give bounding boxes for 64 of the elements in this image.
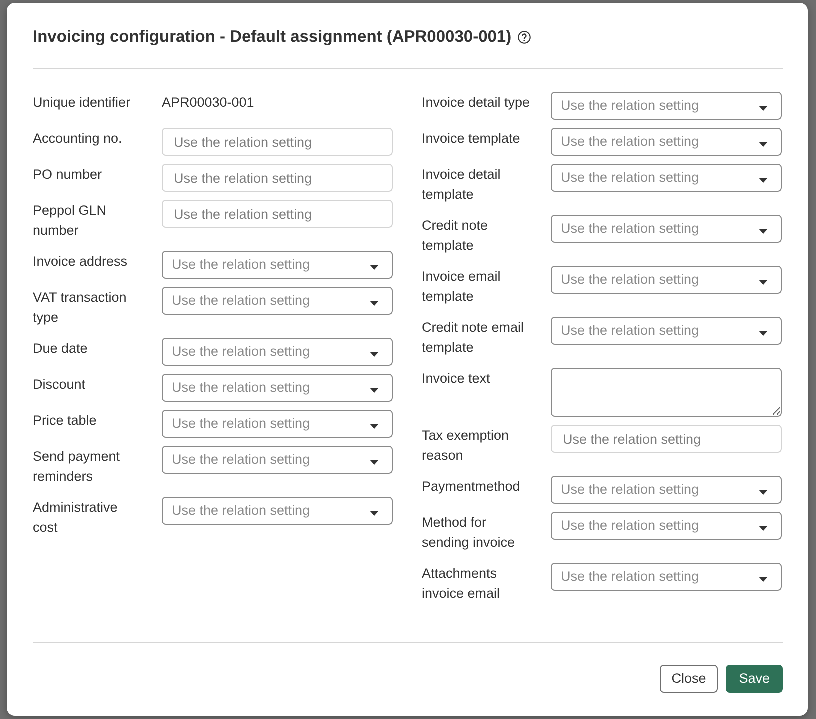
dropdown[interactable]: Use the relation setting xyxy=(551,128,782,156)
field-label: VAT transaction type xyxy=(33,289,128,327)
field-value: APR00030-001 xyxy=(162,94,254,112)
field-label: Due date xyxy=(33,340,89,358)
field-label: Accounting no. xyxy=(33,130,124,148)
field-label: Invoice address xyxy=(33,253,129,271)
field-label: Method for sending invoice xyxy=(422,514,516,552)
field-label: PO number xyxy=(33,166,104,184)
input-field[interactable]: Use the relation setting xyxy=(162,164,393,192)
dropdown[interactable]: Use the relation setting xyxy=(162,410,393,438)
dropdown[interactable]: Use the relation setting xyxy=(162,251,393,279)
caret-icon xyxy=(759,280,768,284)
field-label: Attachments invoice email xyxy=(422,565,502,603)
field-label: Invoice template xyxy=(422,130,522,148)
text-area[interactable] xyxy=(551,368,782,417)
field-label: Unique identifier xyxy=(33,94,132,112)
dropdown[interactable]: Use the relation setting xyxy=(162,287,393,315)
caret-icon xyxy=(759,228,768,234)
close-button[interactable]: Close xyxy=(660,665,718,693)
field-label: Credit note email template xyxy=(422,319,526,357)
caret-icon xyxy=(759,178,768,182)
input-field[interactable]: Use the relation setting xyxy=(162,200,393,228)
field-label: Invoice detail type xyxy=(422,94,532,112)
caret-icon xyxy=(370,424,379,428)
caret-icon xyxy=(370,510,379,516)
field-label: Administrative cost xyxy=(33,499,119,537)
dropdown[interactable]: Use the relation setting xyxy=(162,446,393,474)
field-label: Invoice detail template xyxy=(422,166,502,204)
dropdown[interactable]: Use the relation setting xyxy=(551,512,782,540)
field-label: Peppol GLN number xyxy=(33,202,108,240)
dropdown[interactable]: Use the relation setting xyxy=(162,497,393,525)
field-label: Tax exemption reason xyxy=(422,427,510,465)
dropdown[interactable]: Use the relation setting xyxy=(551,215,782,243)
caret-icon xyxy=(759,526,768,530)
caret-icon xyxy=(759,142,768,146)
dropdown[interactable]: Use the relation setting xyxy=(551,92,782,120)
caret-icon xyxy=(759,576,768,582)
caret-icon xyxy=(759,490,768,494)
caret-icon xyxy=(370,352,379,356)
input-field[interactable]: Use the relation setting xyxy=(551,425,782,453)
field-label: Credit note template xyxy=(422,217,490,255)
input-field[interactable]: Use the relation setting xyxy=(162,128,393,156)
dialog-title: Invoicing configuration - Default assignment (APR00030-001) xyxy=(33,27,512,48)
dropdown[interactable]: Use the relation setting xyxy=(551,317,782,345)
caret-icon xyxy=(370,300,379,306)
save-button[interactable]: Save xyxy=(726,665,783,693)
field-label: Invoice email template xyxy=(422,268,502,306)
dropdown[interactable]: Use the relation setting xyxy=(551,476,782,504)
field-label: Discount xyxy=(33,376,87,394)
dropdown[interactable]: Use the relation setting xyxy=(551,266,782,294)
dropdown[interactable]: Use the relation setting xyxy=(551,164,782,192)
field-label: Paymentmethod xyxy=(422,478,522,496)
field-label: Send payment reminders xyxy=(33,448,122,486)
dropdown[interactable]: Use the relation setting xyxy=(162,374,393,402)
field-label: Price table xyxy=(33,412,98,430)
dropdown[interactable]: Use the relation setting xyxy=(551,563,782,591)
help-icon[interactable] xyxy=(518,30,531,44)
caret-icon xyxy=(759,330,768,336)
caret-icon xyxy=(370,264,379,270)
caret-icon xyxy=(370,388,379,392)
dropdown[interactable]: Use the relation setting xyxy=(162,338,393,366)
caret-icon xyxy=(370,460,379,464)
caret-icon xyxy=(759,106,768,110)
field-label: Invoice text xyxy=(422,370,492,388)
